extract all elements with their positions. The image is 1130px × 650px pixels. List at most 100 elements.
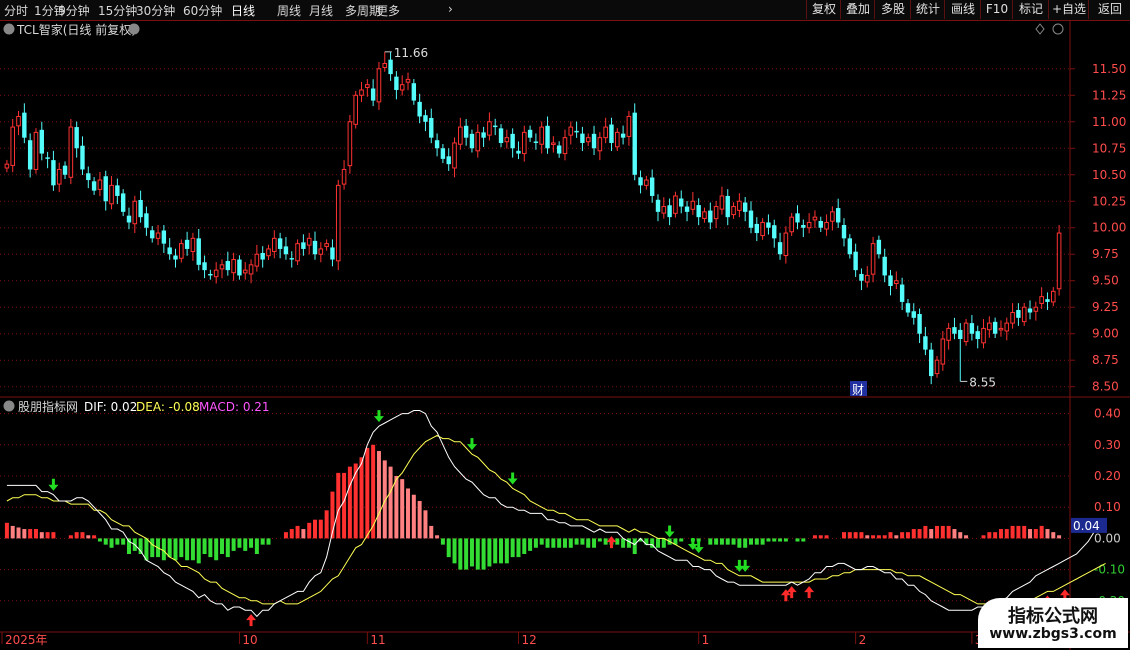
- toolbar-button-8[interactable]: 返回: [1088, 0, 1130, 19]
- period-tab-2[interactable]: 5分钟: [58, 2, 90, 19]
- macd-toggle-icon[interactable]: [3, 400, 15, 412]
- candle-body: [411, 83, 417, 101]
- candle-body: [585, 137, 591, 143]
- period-tab-10[interactable]: 更多: [376, 2, 400, 19]
- candle-body: [998, 327, 1004, 331]
- candle-body: [806, 221, 812, 229]
- toolbar-button-6[interactable]: 标记: [1012, 0, 1049, 19]
- title-toggle-icon[interactable]: [3, 23, 15, 35]
- candle-body: [679, 198, 684, 207]
- candle-body: [446, 156, 451, 165]
- toolbar-button-7[interactable]: +自选: [1048, 0, 1089, 19]
- candle-body: [33, 131, 39, 170]
- sell-arrow-icon: [48, 478, 59, 491]
- candle-body: [614, 131, 620, 148]
- candle-body: [213, 269, 219, 278]
- circle-option-icon[interactable]: [1052, 23, 1064, 35]
- candle-body: [493, 125, 498, 128]
- macd-histogram-bar: [894, 535, 899, 539]
- macd-histogram-bar: [946, 525, 951, 539]
- macd-histogram-bar: [871, 535, 876, 539]
- sell-arrow-icon: [466, 438, 477, 451]
- price-tick-label: 11.50: [1092, 62, 1126, 76]
- period-tab-0[interactable]: 分时: [4, 2, 28, 19]
- macd-histogram-bar: [725, 538, 730, 545]
- toolbar-button-0[interactable]: 复权: [806, 0, 841, 19]
- macd-histogram-bar: [795, 538, 800, 542]
- macd-histogram-bar: [313, 519, 318, 539]
- sell-arrow-icon: [664, 525, 675, 538]
- time-axis-label: 12: [521, 633, 536, 647]
- macd-histogram-bar: [923, 525, 928, 539]
- candle-body: [748, 210, 754, 228]
- macd-histogram-bar: [824, 535, 829, 539]
- macd-tick-label: 0.20: [1094, 469, 1121, 483]
- macd-histogram-bar: [783, 538, 788, 542]
- candle-body: [853, 251, 858, 271]
- macd-histogram-bar: [905, 532, 910, 539]
- macd-histogram-bar: [318, 519, 323, 539]
- candle-body: [126, 215, 132, 223]
- candle-body: [551, 142, 556, 145]
- diamond-icon[interactable]: [1035, 23, 1045, 35]
- toolbar-button-4[interactable]: 画线: [944, 0, 981, 19]
- macd-histogram-bar: [592, 538, 597, 548]
- candle-body: [952, 327, 957, 334]
- macd-histogram-bar: [196, 538, 201, 564]
- candle-body: [208, 273, 213, 276]
- low-price-label: 8.55: [969, 375, 996, 389]
- candle-body: [696, 205, 701, 218]
- candle-body: [713, 206, 719, 220]
- time-axis-label: 1: [702, 633, 710, 647]
- candle-body: [335, 184, 341, 262]
- toolbar-button-1[interactable]: 叠加: [840, 0, 875, 19]
- macd-histogram-bar: [539, 538, 544, 545]
- buy-arrow-icon: [246, 614, 257, 627]
- macd-histogram-bar: [429, 525, 434, 539]
- macd-histogram-bar: [161, 538, 166, 561]
- candle-body: [911, 311, 916, 318]
- period-tab-3[interactable]: 15分钟: [98, 2, 137, 19]
- candle-body: [27, 140, 33, 170]
- macd-histogram-bar: [679, 538, 684, 542]
- candle-body: [405, 78, 411, 83]
- dea-value: DEA: -0.08: [136, 400, 200, 414]
- macd-histogram-bar: [400, 479, 405, 539]
- candle-body: [568, 126, 574, 136]
- candle-body: [266, 248, 271, 257]
- candle-body: [417, 101, 422, 117]
- candle-body: [894, 280, 899, 284]
- candle-body: [289, 258, 294, 260]
- candle-body: [824, 221, 829, 230]
- candle-body: [673, 195, 678, 214]
- macd-histogram-bar: [504, 538, 509, 564]
- macd-histogram-bar: [499, 538, 504, 564]
- period-tab-7[interactable]: 周线: [277, 2, 301, 19]
- candle-body: [184, 239, 190, 249]
- macd-histogram-bar: [121, 538, 126, 545]
- candle-body: [539, 126, 545, 145]
- buy-arrow-icon: [786, 586, 797, 599]
- candle-body: [452, 142, 457, 169]
- macd-histogram-bar: [28, 529, 33, 539]
- period-tab-6[interactable]: 日线: [231, 2, 255, 19]
- period-tab-8[interactable]: 月线: [309, 2, 333, 19]
- title-dropdown-icon[interactable]: [128, 23, 140, 35]
- candle-body: [818, 220, 823, 228]
- candle-body: [638, 177, 643, 186]
- candle-body: [882, 256, 887, 276]
- period-tab-4[interactable]: 30分钟: [136, 2, 175, 19]
- toolbar-button-5[interactable]: F10: [980, 0, 1013, 19]
- macd-histogram-bar: [10, 525, 15, 539]
- more-chevron-icon[interactable]: ›: [448, 2, 453, 16]
- toolbar-button-2[interactable]: 多股: [874, 0, 911, 19]
- candle-body: [1016, 309, 1021, 318]
- candle-body: [429, 117, 434, 138]
- chart-area[interactable]: 8.508.759.009.259.509.7510.0010.2510.501…: [0, 20, 1130, 650]
- price-tick-label: 11.25: [1092, 88, 1126, 102]
- candle-body: [1010, 312, 1015, 324]
- candle-body: [330, 247, 335, 260]
- period-tab-5[interactable]: 60分钟: [183, 2, 222, 19]
- macd-histogram-bar: [80, 532, 85, 539]
- toolbar-button-3[interactable]: 统计: [910, 0, 945, 19]
